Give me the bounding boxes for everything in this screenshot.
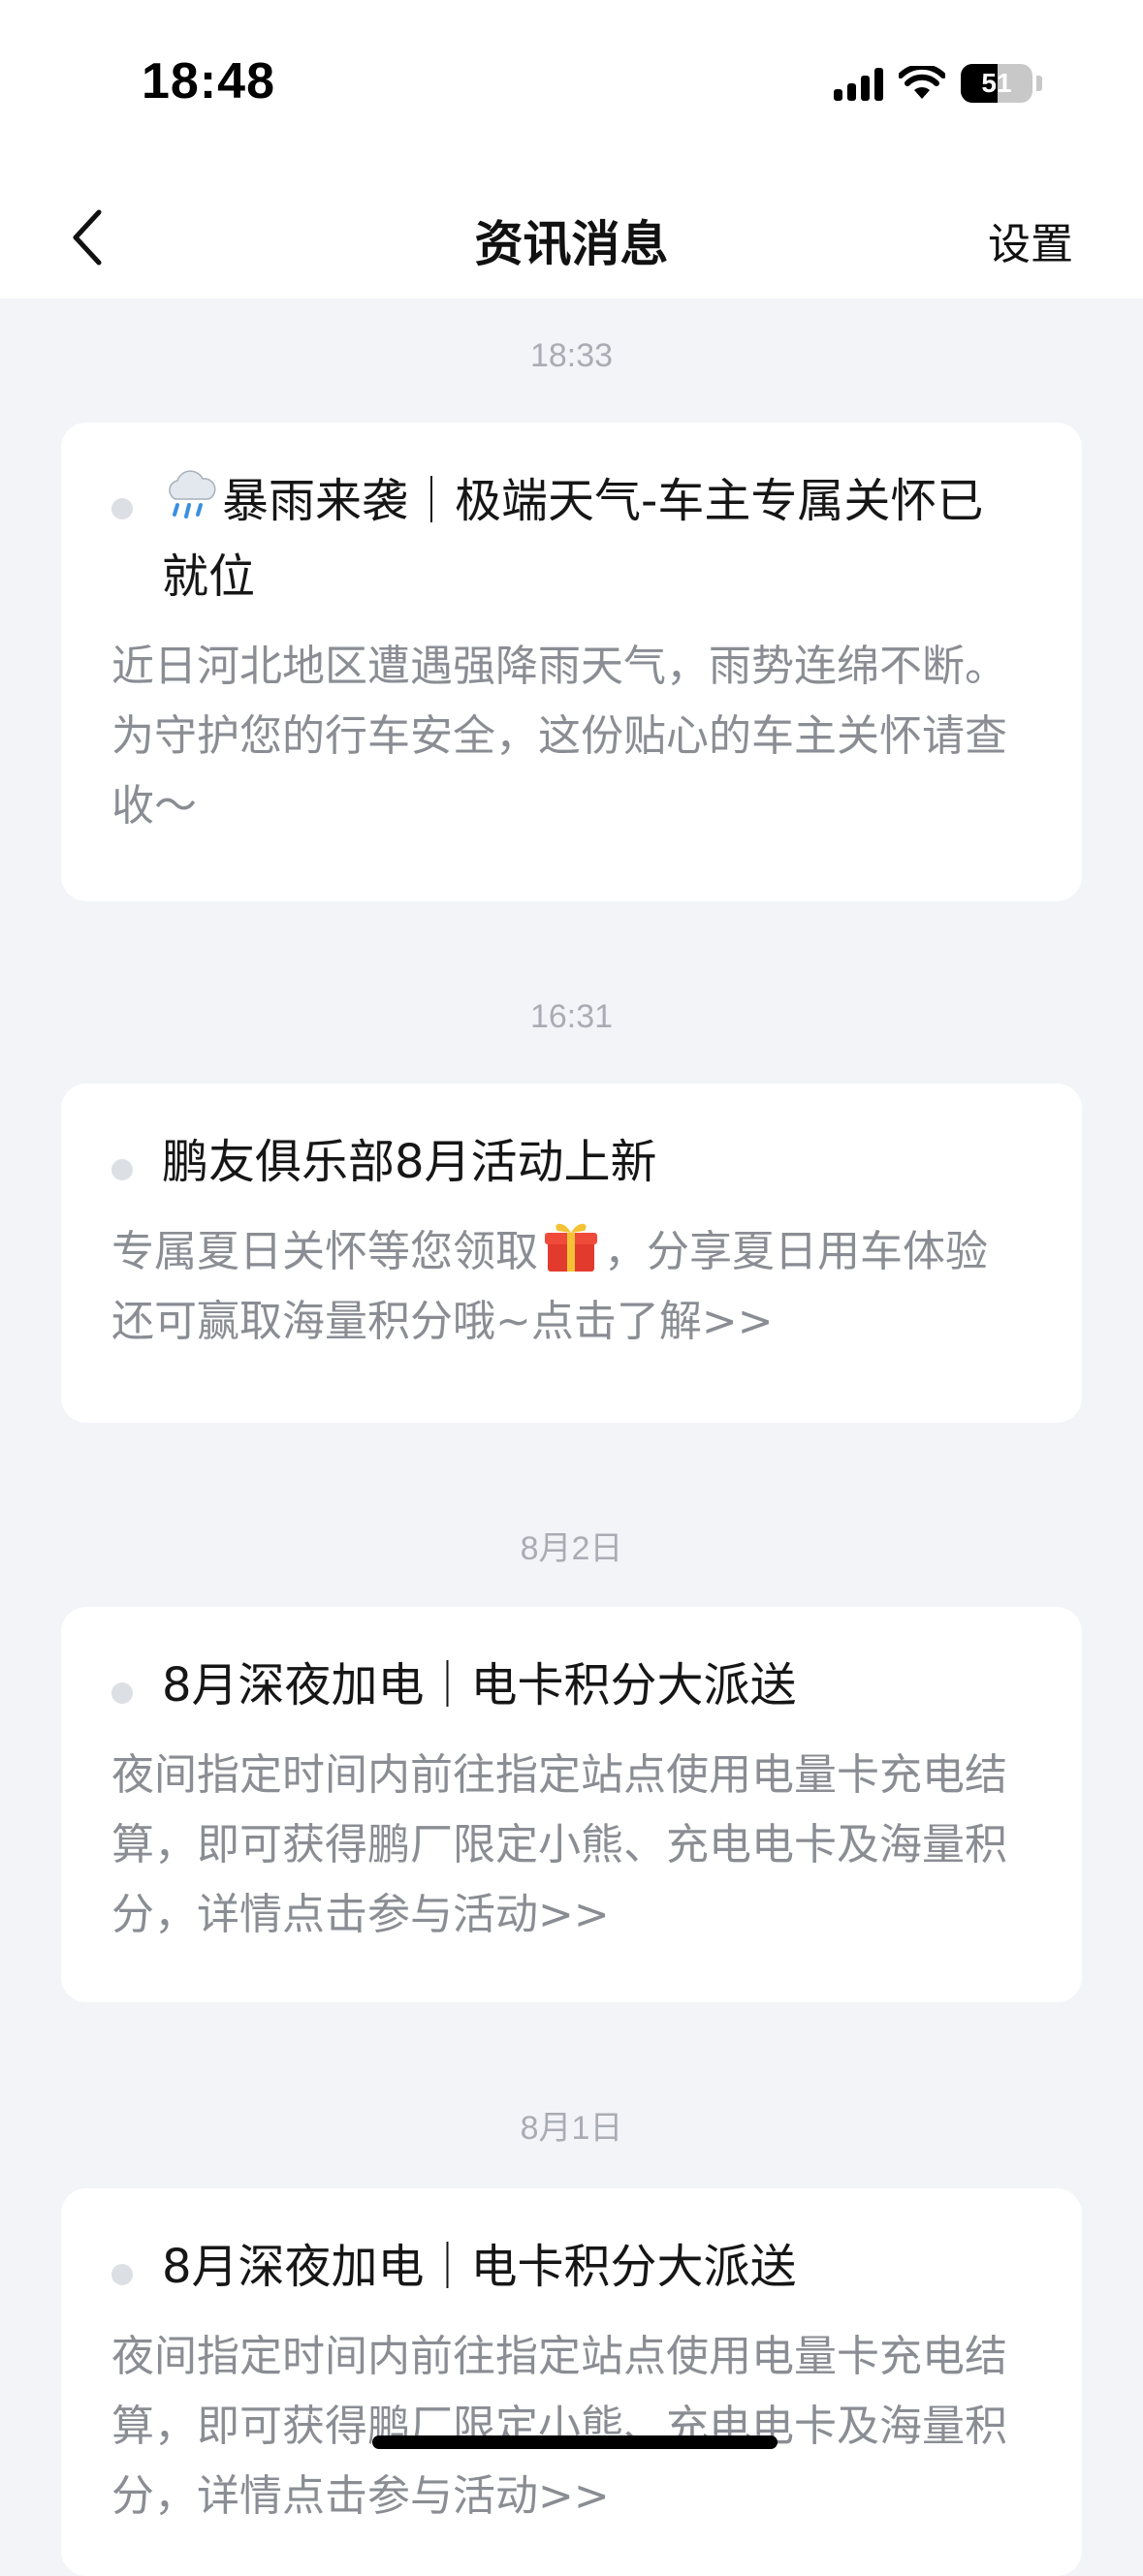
unread-dot — [111, 2264, 133, 2285]
message-body: 专属夏日关怀等您领取 ，分享夏日用车体验还可赢取海量积分哦~点击了解>> — [111, 1217, 1028, 1357]
rain-cloud-icon — [169, 470, 216, 518]
battery-cap — [1036, 76, 1042, 91]
header-area: 18:48 51 资讯消息 设置 — [0, 0, 1143, 298]
status-time: 18:48 — [142, 53, 275, 110]
message-card[interactable]: 鹏友俱乐部8月活动上新 专属夏日关怀等您领取 ，分享夏日用车体验还可赢取海量积分… — [61, 1084, 1082, 1423]
signal-icon — [834, 66, 883, 101]
gift-icon — [545, 1223, 597, 1272]
unread-dot — [111, 498, 133, 519]
wifi-icon — [899, 66, 945, 99]
message-body-text: 专属夏日关怀等您领取 — [111, 1227, 538, 1276]
message-title: 8月深夜加电｜电卡积分大派送 — [162, 1658, 797, 1712]
message-card[interactable]: 8月深夜加电｜电卡积分大派送 夜间指定时间内前往指定站点使用电量卡充电结算，即可… — [61, 1607, 1082, 2002]
message-card[interactable]: 暴雨来袭｜极端天气-车主专属关怀已就位 近日河北地区遭遇强降雨天气，雨势连绵不断… — [61, 423, 1082, 901]
message-body: 夜间指定时间内前往指定站点使用电量卡充电结算，即可获得鹏厂限定小熊、充电电卡及海… — [111, 2332, 1007, 2521]
page-title: 资讯消息 — [474, 216, 669, 272]
message-body: 近日河北地区遭遇强降雨天气，雨势连绵不断。为守护您的行车安全，这份贴心的车主关怀… — [111, 642, 1007, 831]
battery-percentage: 51 — [981, 68, 1012, 98]
message-title-text: 暴雨来袭｜极端天气-车主专属关怀已就位 — [162, 474, 984, 604]
message-time: 16:31 — [529, 998, 614, 1035]
unread-dot — [111, 1682, 133, 1704]
message-time: 18:33 — [529, 337, 614, 374]
message-title: 暴雨来袭｜极端天气-车主专属关怀已就位 — [162, 463, 1028, 614]
message-body: 夜间指定时间内前往指定站点使用电量卡充电结算，即可获得鹏厂限定小熊、充电电卡及海… — [111, 1750, 1007, 1939]
settings-button[interactable]: 设置 — [988, 209, 1073, 271]
message-title: 鹏友俱乐部8月活动上新 — [162, 1135, 657, 1189]
message-time: 8月2日 — [520, 1530, 623, 1567]
message-time: 8月1日 — [520, 2110, 623, 2147]
battery-icon: 51 — [961, 64, 1032, 103]
unread-dot — [111, 1159, 133, 1180]
status-icons: 51 — [834, 62, 1042, 105]
home-indicator[interactable] — [372, 2435, 778, 2449]
message-card[interactable]: 8月深夜加电｜电卡积分大派送 夜间指定时间内前往指定站点使用电量卡充电结算，即可… — [61, 2188, 1082, 2576]
message-title: 8月深夜加电｜电卡积分大派送 — [162, 2240, 797, 2294]
